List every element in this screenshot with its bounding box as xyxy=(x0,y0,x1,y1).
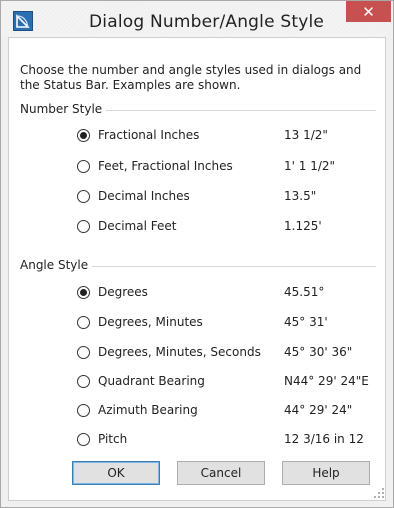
example-azimuth-bearing: 44° 29' 24" xyxy=(284,403,353,417)
radio-button-checked[interactable] xyxy=(77,285,90,299)
radio-button[interactable] xyxy=(77,403,90,417)
title-bar[interactable]: Dialog Number/Angle Style ✕ xyxy=(1,1,393,37)
example-fractional-inches: 13 1/2" xyxy=(284,128,328,142)
ok-button[interactable]: OK xyxy=(72,461,160,485)
example-degrees-minutes: 45° 31' xyxy=(284,315,328,329)
radio-label: Feet, Fractional Inches xyxy=(98,159,233,173)
radio-label: Azimuth Bearing xyxy=(98,403,198,417)
radio-button[interactable] xyxy=(77,219,90,233)
example-decimal-feet: 1.125' xyxy=(284,219,322,233)
number-style-label: Number Style xyxy=(20,102,107,116)
radio-label: Quadrant Bearing xyxy=(98,374,205,388)
radio-button[interactable] xyxy=(77,315,90,329)
example-feet-fractional-inches: 1' 1 1/2" xyxy=(284,159,336,173)
example-quadrant-bearing: N44° 29' 24"E xyxy=(284,374,369,388)
help-button[interactable]: Help xyxy=(282,461,370,485)
radio-label: Fractional Inches xyxy=(98,128,200,142)
radio-label: Degrees, Minutes xyxy=(98,315,203,329)
resize-grip-icon[interactable] xyxy=(374,488,384,498)
example-degrees-minutes-seconds: 45° 30' 36" xyxy=(284,345,353,359)
close-button[interactable]: ✕ xyxy=(346,1,391,22)
example-pitch: 12 3/16 in 12 xyxy=(284,432,364,446)
radio-fractional-inches[interactable]: Fractional Inches xyxy=(77,125,377,145)
radio-label: Decimal Inches xyxy=(98,189,190,203)
radio-label: Degrees, Minutes, Seconds xyxy=(98,345,261,359)
radio-degrees[interactable]: Degrees xyxy=(77,282,377,302)
radio-degrees-minutes[interactable]: Degrees, Minutes xyxy=(77,312,377,332)
app-icon xyxy=(13,11,33,31)
radio-decimal-feet[interactable]: Decimal Feet xyxy=(77,216,377,236)
radio-label: Pitch xyxy=(98,432,128,446)
radio-button[interactable] xyxy=(77,189,90,203)
intro-text: Choose the number and angle styles used … xyxy=(20,63,362,92)
radio-decimal-inches[interactable]: Decimal Inches xyxy=(77,186,377,206)
window-title: Dialog Number/Angle Style xyxy=(89,12,325,32)
radio-button[interactable] xyxy=(77,432,90,446)
example-decimal-inches: 13.5" xyxy=(284,189,317,203)
radio-label: Decimal Feet xyxy=(98,219,177,233)
radio-button-checked[interactable] xyxy=(77,128,90,142)
radio-button[interactable] xyxy=(77,159,90,173)
example-degrees: 45.51° xyxy=(284,285,325,299)
close-icon: ✕ xyxy=(362,2,375,21)
radio-button[interactable] xyxy=(77,374,90,388)
cancel-button[interactable]: Cancel xyxy=(177,461,265,485)
radio-button[interactable] xyxy=(77,345,90,359)
radio-label: Degrees xyxy=(98,285,148,299)
angle-style-label: Angle Style xyxy=(20,258,93,272)
